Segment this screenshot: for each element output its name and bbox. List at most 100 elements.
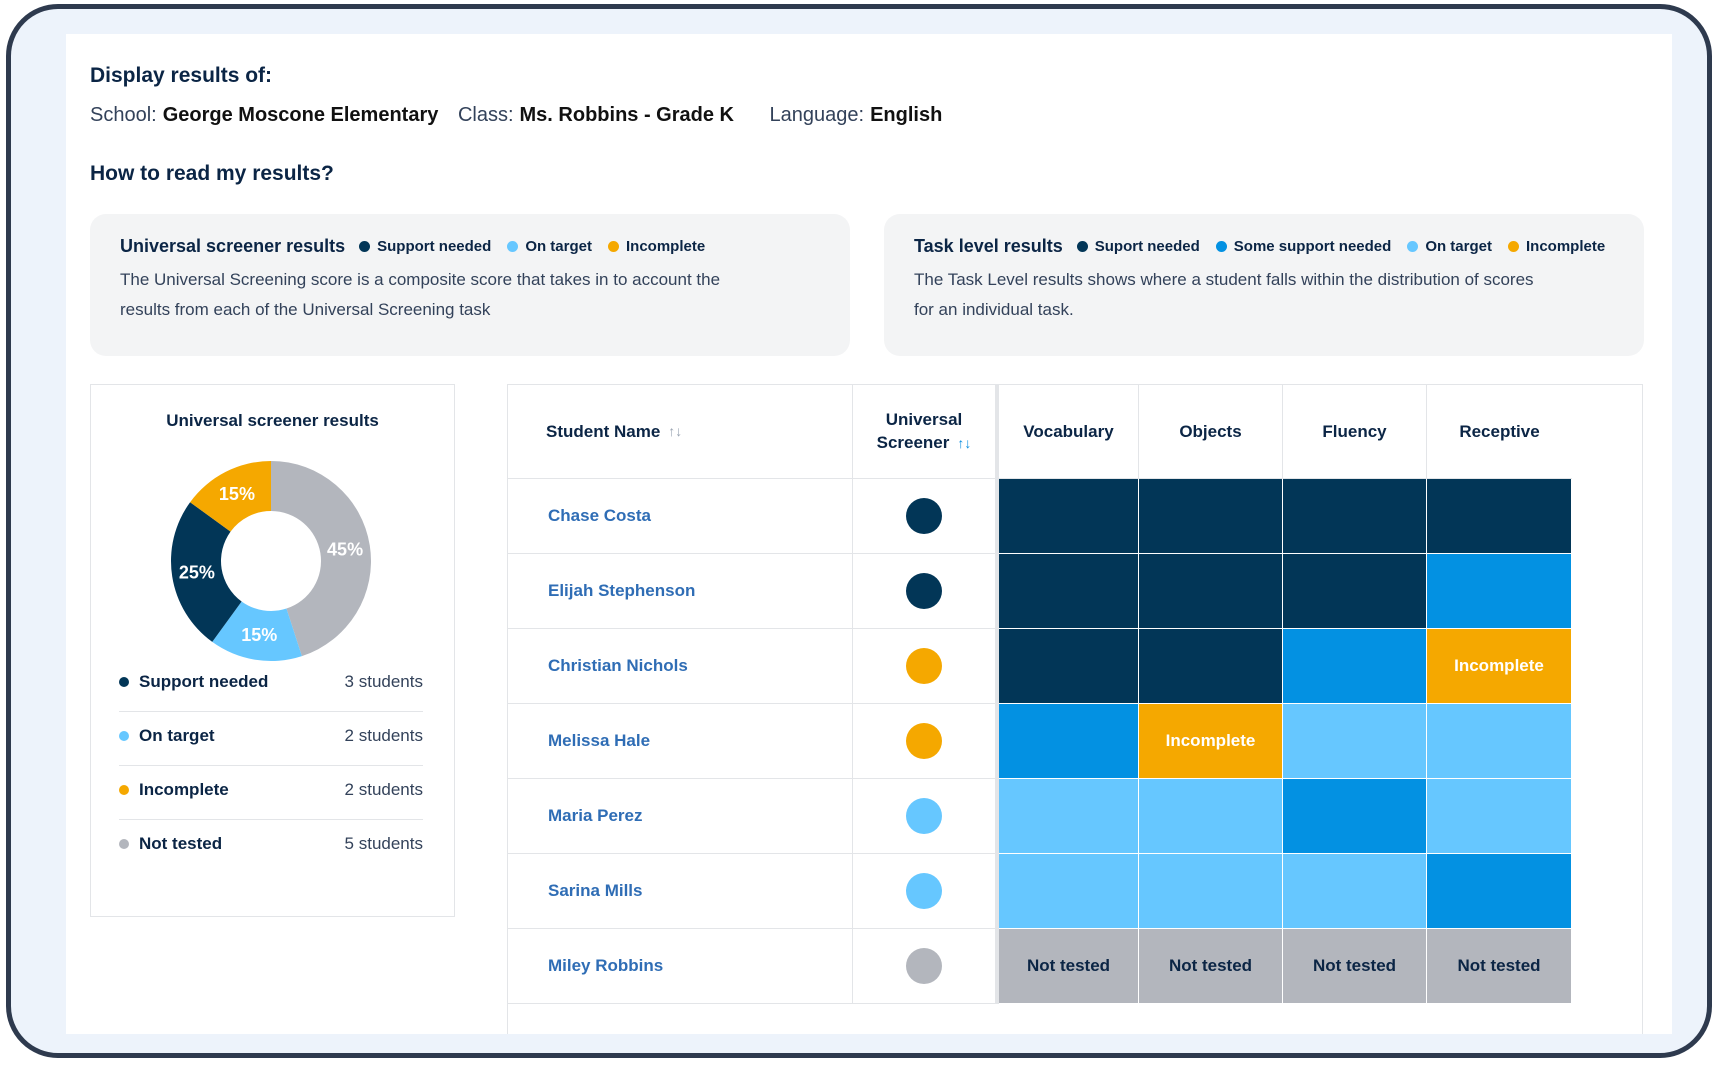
student-name-link[interactable]: Christian Nichols [508, 629, 853, 704]
status-dot-icon [906, 498, 942, 534]
student-name-link[interactable]: Sarina Mills [508, 854, 853, 929]
task-result-cell [1427, 854, 1572, 929]
student-name-link[interactable]: Elijah Stephenson [508, 554, 853, 629]
task-result-cell [1139, 479, 1283, 554]
legend-support-needed: Suport needed [1076, 238, 1200, 255]
status-dot-icon [906, 723, 942, 759]
on-target-dot-icon [1407, 241, 1419, 252]
task-result-cell [1139, 554, 1283, 629]
task-result-cell [999, 854, 1139, 929]
task-result-cell: Incomplete [1139, 704, 1283, 779]
status-dot-icon [119, 785, 129, 795]
header-student-name[interactable]: Student Name ↑↓ [508, 385, 853, 479]
legend-incomplete: Incomplete [1508, 238, 1605, 255]
results-table: Student Name ↑↓ Universal Screener ↑↓ Vocab… [507, 384, 1643, 1034]
support-dot-icon [1076, 241, 1088, 252]
student-name-link[interactable]: Miley Robbins [508, 929, 853, 1004]
task-result-cell [999, 779, 1139, 854]
task-result-cell [999, 704, 1139, 779]
task-result-cell [1283, 704, 1427, 779]
on-target-dot-icon [507, 241, 519, 252]
summary-row-support: Support needed 3 students [119, 653, 423, 712]
universal-screener-cell [853, 554, 999, 629]
school-value[interactable]: George Moscone Elementary [163, 104, 439, 126]
task-result-cell [1283, 854, 1427, 929]
summary-row-incomplete: Incomplete 2 students [119, 761, 423, 820]
task-result-cell [1427, 554, 1572, 629]
summary-row-count: 2 students [344, 780, 423, 799]
universal-screener-summary: Universal screener results 45% 15% 25% 15% … [90, 384, 455, 917]
status-dot-icon [906, 948, 942, 984]
task-result-cell [999, 479, 1139, 554]
sort-arrows-icon[interactable]: ↑↓ [668, 420, 682, 443]
display-results-heading: Display results of: [90, 64, 273, 87]
task-result-cell [1283, 629, 1427, 704]
legend-on-target: On target [1407, 238, 1492, 255]
window-frame: Display results of: School: George Moscon… [6, 4, 1712, 1058]
summary-title: Universal screener results [166, 411, 379, 430]
task-result-cell [999, 554, 1139, 629]
header-task-ran: Objects [1139, 385, 1283, 479]
results-panel: Display results of: School: George Moscon… [66, 34, 1672, 1034]
header-task-expressive: Vocabulary [999, 385, 1139, 479]
class-value[interactable]: Ms. Robbins - Grade K [520, 104, 734, 126]
task-result-cell [1427, 479, 1572, 554]
summary-row-label: Support needed [119, 672, 268, 692]
universal-screener-info-card: Universal screener results Support neede… [90, 214, 850, 356]
task-result-cell: Incomplete [1427, 629, 1572, 704]
donut-label-support: 25% [179, 563, 215, 583]
summary-row-label: On target [119, 726, 215, 746]
language-value[interactable]: English [870, 104, 942, 126]
universal-screener-cell [853, 629, 999, 704]
student-name-link[interactable]: Maria Perez [508, 779, 853, 854]
summary-row-count: 5 students [344, 834, 423, 853]
task-card-title: Task level results [914, 236, 1063, 256]
header-task-elision: Receptive [1427, 385, 1572, 479]
task-result-cell [1283, 479, 1427, 554]
task-result-cell [1283, 779, 1427, 854]
filter-summary: School: George Moscone Elementary Class: M… [90, 104, 942, 127]
some-support-dot-icon [1215, 241, 1227, 252]
task-level-info-card: Task level results Suport needed Some su… [884, 214, 1644, 356]
header-universal-screener[interactable]: Universal Screener ↑↓ [853, 385, 999, 479]
how-to-read-heading: How to read my results? [90, 162, 334, 185]
legend-on-target: On target [507, 238, 592, 255]
incomplete-dot-icon [1508, 241, 1519, 252]
universal-screener-cell [853, 929, 999, 1004]
universal-card-description: The Universal Screening score is a compo… [120, 270, 721, 319]
task-result-cell: Not tested [999, 929, 1139, 1004]
student-name-link[interactable]: Chase Costa [508, 479, 853, 554]
universal-screener-cell [853, 779, 999, 854]
incomplete-dot-icon [608, 241, 619, 252]
legend-incomplete: Incomplete [608, 238, 705, 255]
universal-card-title: Universal screener results [120, 236, 346, 256]
summary-row-count: 3 students [344, 672, 423, 691]
status-dot-icon [906, 873, 942, 909]
status-dot-icon [119, 839, 129, 849]
task-result-cell [1427, 704, 1572, 779]
status-dot-icon [119, 677, 129, 687]
summary-row-count: 2 students [344, 726, 423, 745]
task-result-cell [1427, 779, 1572, 854]
donut-label-incomplete: 15% [219, 484, 255, 504]
legend-some-support-needed: Some support needed [1215, 238, 1391, 255]
universal-screener-cell [853, 854, 999, 929]
legend-support-needed: Support needed [359, 238, 491, 255]
universal-screener-cell [853, 479, 999, 554]
status-dot-icon [906, 573, 942, 609]
task-result-cell [1139, 629, 1283, 704]
student-name-link[interactable]: Melissa Hale [508, 704, 853, 779]
donut-label-not-tested: 45% [327, 539, 363, 559]
header-task-letter-naming: Fluency [1283, 385, 1427, 479]
task-result-cell [1139, 779, 1283, 854]
task-result-cell: Not tested [1283, 929, 1427, 1004]
support-dot-icon [359, 241, 371, 252]
status-dot-icon [906, 648, 942, 684]
sort-arrows-icon[interactable]: ↑↓ [957, 435, 971, 451]
donut-label-on-target: 15% [241, 625, 277, 645]
summary-row-label: Incomplete [119, 780, 229, 800]
status-dot-icon [119, 731, 129, 741]
status-dot-icon [906, 798, 942, 834]
task-result-cell: Not tested [1427, 929, 1572, 1004]
task-result-cell: Not tested [1139, 929, 1283, 1004]
